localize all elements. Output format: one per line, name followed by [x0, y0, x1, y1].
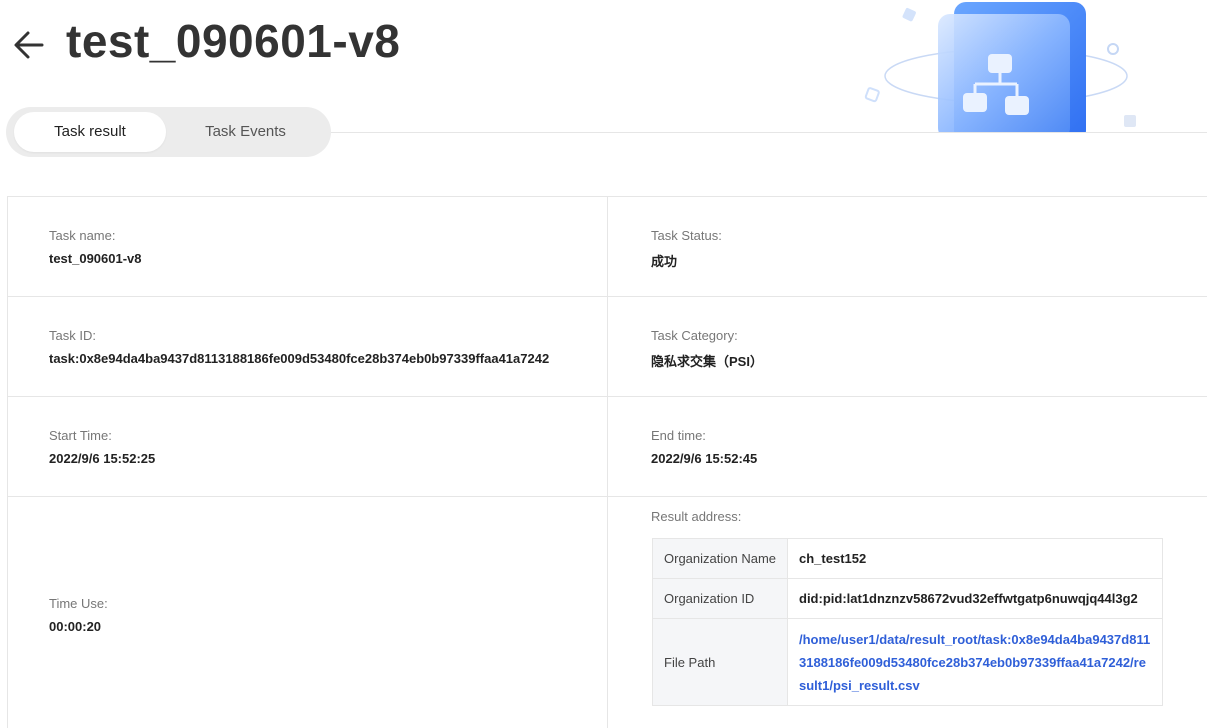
start-time-cell: Start Time: 2022/9/6 15:52:25: [8, 397, 608, 497]
end-time-label: End time:: [651, 428, 706, 443]
org-name-value: ch_test152: [787, 538, 1163, 579]
task-status-label: Task Status:: [651, 228, 722, 243]
result-address-cell: Result address: Organization Name ch_tes…: [608, 497, 1207, 728]
task-category-label: Task Category:: [651, 328, 738, 343]
tab-task-result[interactable]: Task result: [14, 112, 166, 152]
tabs-divider: [330, 132, 1207, 133]
end-time-cell: End time: 2022/9/6 15:52:45: [608, 397, 1207, 497]
page-title: test_090601-v8: [66, 15, 401, 67]
task-id-label: Task ID:: [49, 328, 96, 343]
result-address-table: Organization Name ch_test152 Organizatio…: [652, 538, 1163, 706]
start-time-label: Start Time:: [49, 428, 112, 443]
org-id-label: Organization ID: [652, 578, 788, 619]
time-use-cell: Time Use: 00:00:20: [8, 497, 608, 728]
task-name-cell: Task name: test_090601-v8: [8, 197, 608, 297]
result-address-label: Result address:: [651, 509, 742, 524]
task-illustration: [860, 0, 1140, 142]
time-use-value: 00:00:20: [49, 619, 102, 634]
task-id-value: task:0x8e94da4ba9437d8113188186fe009d534…: [49, 351, 550, 366]
table-row: Organization Name ch_test152: [652, 538, 1163, 579]
tab-task-events[interactable]: Task Events: [168, 112, 323, 152]
org-name-label: Organization Name: [652, 538, 788, 579]
task-name-value: test_090601-v8: [49, 251, 142, 266]
file-path-link[interactable]: /home/user1/data/result_root/task:0x8e94…: [787, 618, 1163, 706]
task-info-grid: Task name: test_090601-v8 Task Status: 成…: [7, 196, 1207, 728]
task-status-cell: Task Status: 成功: [608, 197, 1207, 297]
tab-bar: Task result Task Events: [6, 107, 331, 157]
file-path-label: File Path: [652, 618, 788, 706]
time-use-label: Time Use:: [49, 596, 108, 611]
task-id-cell: Task ID: task:0x8e94da4ba9437d8113188186…: [8, 297, 608, 397]
table-row: Organization ID did:pid:lat1dnznzv58672v…: [652, 578, 1163, 619]
org-id-value: did:pid:lat1dnznzv58672vud32effwtgatp6nu…: [787, 578, 1163, 619]
arrow-left-icon: [14, 31, 44, 59]
end-time-value: 2022/9/6 15:52:45: [651, 451, 758, 466]
back-button[interactable]: [12, 26, 46, 60]
task-name-label: Task name:: [49, 228, 116, 243]
start-time-value: 2022/9/6 15:52:25: [49, 451, 156, 466]
task-status-value: 成功: [651, 254, 678, 269]
table-row: File Path /home/user1/data/result_root/t…: [652, 618, 1163, 706]
task-category-value: 隐私求交集（PSI）: [651, 354, 763, 369]
task-category-cell: Task Category: 隐私求交集（PSI）: [608, 297, 1207, 397]
